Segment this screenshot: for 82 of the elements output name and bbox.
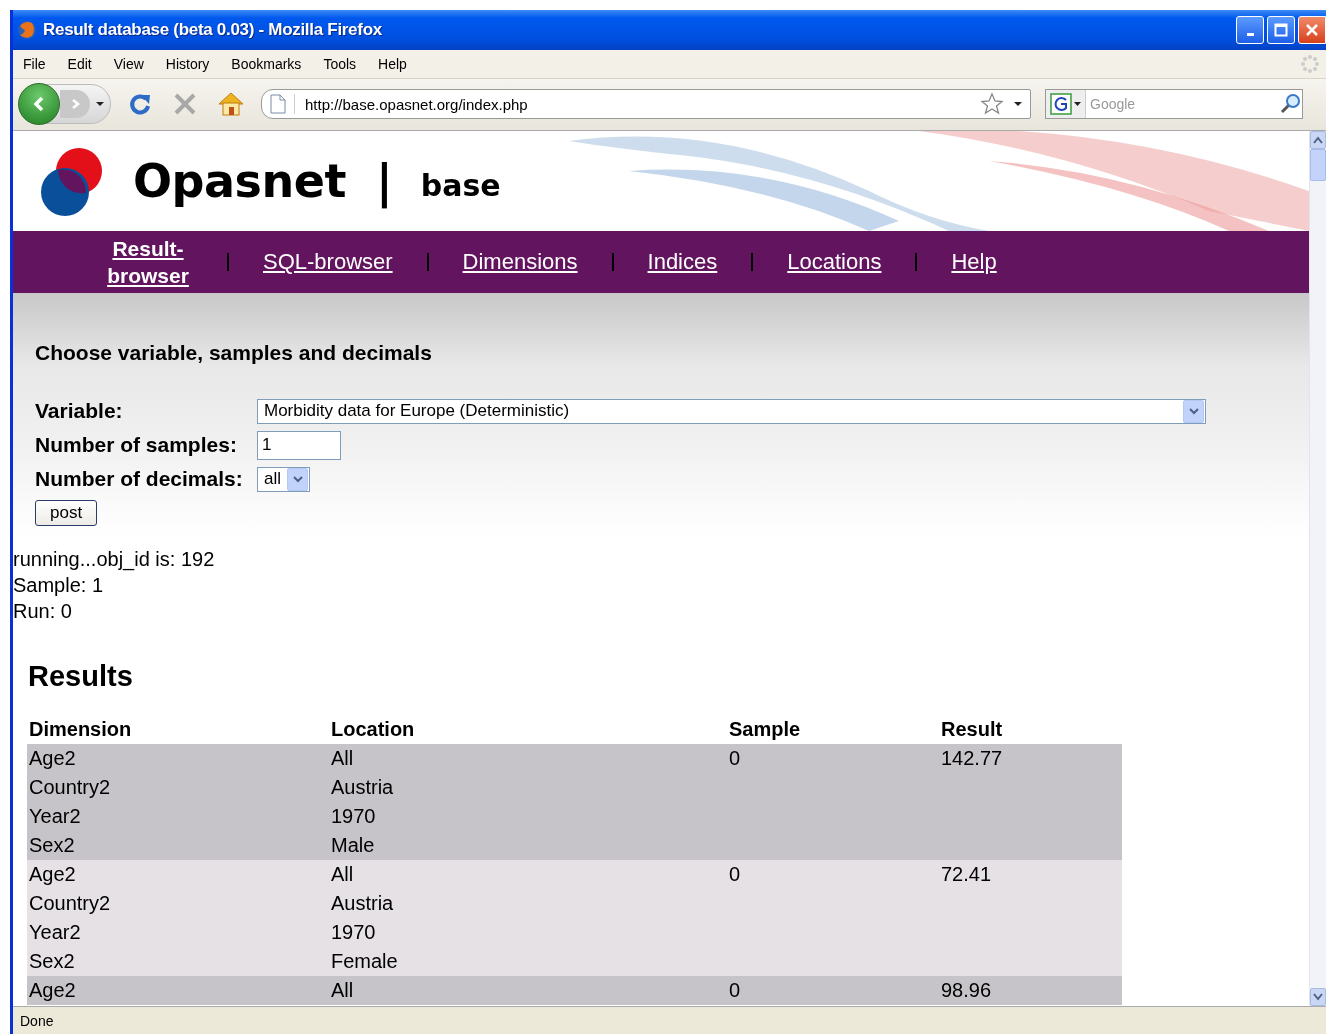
menu-item[interactable]: Edit [67,55,92,72]
menu-item[interactable]: Help [378,55,407,72]
menu-item[interactable]: History [165,55,210,72]
scroll-up-icon[interactable] [1313,135,1323,144]
minimize-icon [1246,33,1254,37]
field-label: Number of samples: [35,433,238,458]
nav-link[interactable]: Help [933,248,1015,276]
output-line: Sample: 1 [13,572,105,598]
fox-globe-icon [17,19,37,40]
section-heading: Choose variable, samples and decimals [35,340,433,365]
table-cell-text: Austria [330,775,395,799]
table-cell-text: 1970 [330,804,377,828]
scrollbar-thumb[interactable] [1310,148,1326,181]
throbber-icon [1300,53,1320,74]
dropdown[interactable]: Morbidity data for Europe (Deterministic) [257,398,1206,424]
nav-link[interactable]: SQL-browser [245,248,411,276]
column-header: Location [330,717,416,741]
nav-link[interactable]: Indices [629,248,736,276]
home-icon[interactable] [217,91,245,118]
caret-icon [1074,101,1081,107]
dropdown-arrow-icon[interactable] [1014,101,1022,108]
table-cell-text: 72.41 [940,862,993,886]
close-icon [1305,22,1319,37]
table-cell-text: Sex2 [28,833,76,857]
menu-item[interactable]: Bookmarks [231,55,302,72]
output-line: Run: 0 [13,598,73,624]
address-bar[interactable]: http://base.opasnet.org/index.php [261,89,1031,120]
caret-icon [96,101,104,108]
status-text: Done [20,1012,54,1029]
table-cell-text: Country2 [28,775,112,799]
nav-link[interactable]: Result-browser [85,234,211,289]
table-cell-text: Male [330,833,376,857]
menu-item[interactable]: File [23,55,46,72]
title-divider: | [375,153,393,208]
back-button[interactable] [18,83,60,126]
dropdown[interactable]: all [257,466,310,492]
table-cell-text: 0 [728,862,742,886]
column-header: Sample [728,717,802,741]
table-cell-text: Age2 [28,746,77,770]
maximize-icon [1274,22,1288,37]
letter-g-icon [1050,93,1072,116]
field-label: Number of decimals: [35,467,244,492]
output-line: running...obj_id is: 192 [13,546,216,572]
table-cell-text: Sex2 [28,949,76,973]
table-cell-text: 1970 [330,920,377,944]
column-header: Result [940,717,1004,741]
table-cell-text: Year2 [28,804,82,828]
vertical-scrollbar[interactable] [1309,130,1326,1007]
url-text: http://base.opasnet.org/index.php [305,95,529,113]
table-cell-text: All [330,746,355,770]
table-cell-text: Country2 [28,891,112,915]
maximize-button[interactable] [1267,15,1295,44]
field-label: Variable: [35,399,124,424]
menu-item[interactable]: Tools [323,55,357,72]
table-cell-text: All [330,978,355,1002]
scroll-down-icon[interactable] [1313,993,1323,1002]
page-icon [270,94,295,115]
post-button[interactable]: post [35,499,98,526]
table-cell-text: Year2 [28,920,82,944]
site-name: Opasnet [133,153,346,208]
table-cell-text: 0 [728,746,742,770]
window-title: Result database (beta 0.03) - Mozilla Firefox [43,19,383,40]
column-header: Dimension [28,717,133,741]
table-cell-text: Austria [330,891,395,915]
close-button[interactable] [1298,15,1326,44]
nav-link[interactable]: Dimensions [444,248,596,276]
table-cell-text: Age2 [28,978,77,1002]
minimize-button[interactable] [1236,15,1264,44]
input-field[interactable]: 1 [257,430,341,460]
table-cell-text: Female [330,949,399,973]
table-cell-text: 142.77 [940,746,1004,770]
search-bar[interactable]: Google [1045,89,1303,120]
site-section: base [420,168,501,204]
table-cell-text: All [330,862,355,886]
table-cell-text: 98.96 [940,978,993,1002]
nav-link[interactable]: Locations [769,248,900,276]
table-cell-text: 0 [728,978,742,1002]
menu-item[interactable]: View [113,55,144,72]
results-heading: Results [28,659,134,693]
table-cell-text: Age2 [28,862,77,886]
search-engine-button[interactable] [1046,90,1086,119]
star-icon[interactable] [980,92,1004,117]
